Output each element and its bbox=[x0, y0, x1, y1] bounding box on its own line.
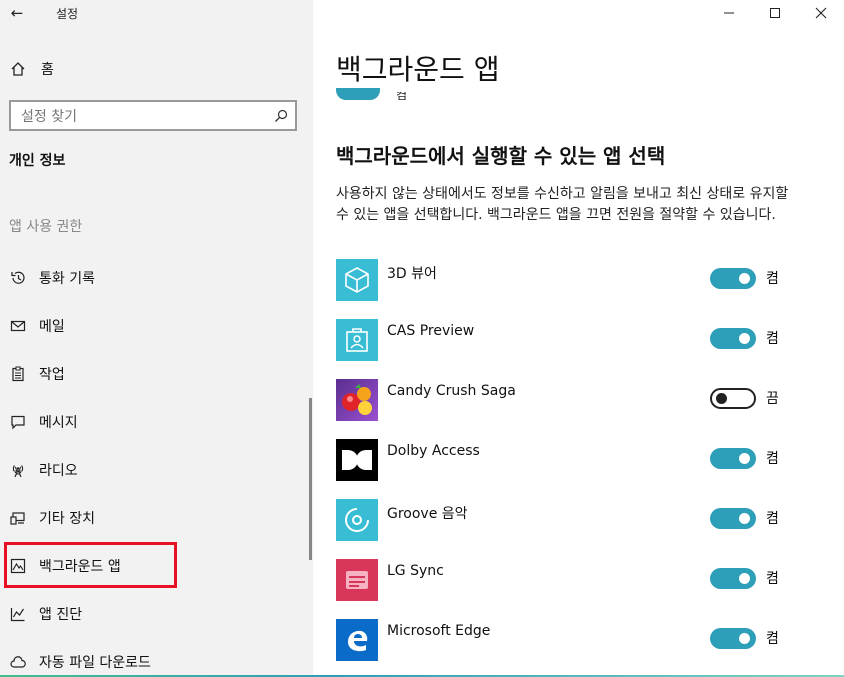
app-row-lg-sync: LG Sync 켬 bbox=[336, 559, 796, 601]
title-bar: ← 설정 bbox=[0, 0, 313, 26]
app-row-cas-preview: CAS Preview 켬 bbox=[336, 319, 796, 361]
app-toggle-state: 켬 bbox=[766, 631, 779, 647]
diagnostics-icon bbox=[9, 605, 27, 623]
search-input[interactable]: 설정 찾기 bbox=[9, 100, 297, 131]
app-toggle[interactable] bbox=[710, 327, 756, 349]
highlight-annotation-box bbox=[4, 542, 177, 588]
app-name: CAS Preview bbox=[387, 323, 475, 339]
section-title: 개인 정보 bbox=[9, 153, 66, 169]
sidebar-item-label: 메일 bbox=[39, 319, 65, 335]
app-name: Microsoft Edge bbox=[387, 623, 491, 639]
cas-preview-icon bbox=[336, 319, 378, 361]
main-content: 백그라운드 앱 켬 백그라운드에서 실행할 수 있는 앱 선택 사용하지 않는 … bbox=[313, 0, 844, 677]
sidebar-item-label: 기타 장치 bbox=[39, 511, 95, 527]
sub-heading: 백그라운드에서 실행할 수 있는 앱 선택 bbox=[336, 144, 666, 168]
sidebar-item-app-diagnostics[interactable]: 앱 진단 bbox=[9, 599, 299, 629]
home-nav-item[interactable]: 홈 bbox=[9, 56, 54, 82]
app-toggle[interactable] bbox=[710, 447, 756, 469]
lg-sync-icon bbox=[336, 559, 378, 601]
minimize-button[interactable] bbox=[706, 0, 752, 26]
sidebar-item-label: 라디오 bbox=[39, 463, 78, 479]
app-toggle-state: 끔 bbox=[766, 391, 779, 407]
app-row-3d-viewer: 3D 뷰어 켬 bbox=[336, 259, 796, 301]
description: 사용하지 않는 상태에서도 정보를 수신하고 알림을 보내고 최신 상태로 유지… bbox=[336, 186, 789, 223]
app-name: 3D 뷰어 bbox=[387, 266, 437, 282]
history-icon bbox=[9, 269, 27, 287]
master-toggle-partial[interactable] bbox=[336, 88, 380, 100]
window-controls bbox=[706, 0, 844, 26]
cloud-icon bbox=[9, 653, 27, 671]
message-icon bbox=[9, 413, 27, 431]
close-button[interactable] bbox=[798, 0, 844, 26]
sidebar-item-label: 자동 파일 다운로드 bbox=[39, 655, 151, 671]
sidebar-item-other-devices[interactable]: 기타 장치 bbox=[9, 503, 299, 533]
group-label: 앱 사용 권한 bbox=[9, 219, 83, 235]
app-row-groove-music: Groove 음악 켬 bbox=[336, 499, 796, 541]
home-label: 홈 bbox=[41, 62, 54, 78]
sidebar-item-label: 메시지 bbox=[39, 415, 78, 431]
app-title: 설정 bbox=[56, 6, 79, 21]
app-toggle[interactable] bbox=[710, 387, 756, 409]
search-placeholder: 설정 찾기 bbox=[21, 108, 77, 125]
sidebar-scrollbar[interactable] bbox=[309, 398, 312, 560]
clipboard-icon bbox=[9, 365, 27, 383]
device-icon bbox=[9, 509, 27, 527]
app-toggle[interactable] bbox=[710, 627, 756, 649]
app-toggle-state: 켬 bbox=[766, 271, 779, 287]
maximize-button[interactable] bbox=[752, 0, 798, 26]
sidebar-item-label: 작업 bbox=[39, 367, 65, 383]
page-title: 백그라운드 앱 bbox=[336, 53, 500, 86]
sidebar-item-mail[interactable]: 메일 bbox=[9, 311, 299, 341]
sidebar-item-tasks[interactable]: 작업 bbox=[9, 359, 299, 389]
app-name: Candy Crush Saga bbox=[387, 383, 516, 399]
mail-icon bbox=[9, 317, 27, 335]
app-toggle-state: 켬 bbox=[766, 571, 779, 587]
edge-icon bbox=[336, 619, 378, 661]
dolby-icon bbox=[336, 439, 378, 481]
groove-music-icon bbox=[336, 499, 378, 541]
candy-crush-icon bbox=[336, 379, 378, 421]
radio-icon bbox=[9, 461, 27, 479]
sidebar-item-radio[interactable]: 라디오 bbox=[9, 455, 299, 485]
app-toggle-state: 켬 bbox=[766, 331, 779, 347]
back-button[interactable]: ← bbox=[0, 0, 34, 26]
search-icon[interactable] bbox=[267, 109, 295, 123]
app-toggle-state: 켬 bbox=[766, 511, 779, 527]
home-icon bbox=[9, 60, 27, 78]
sidebar-item-auto-file-download[interactable]: 자동 파일 다운로드 bbox=[9, 647, 299, 677]
app-row-dolby-access: Dolby Access 켬 bbox=[336, 439, 796, 481]
3d-viewer-icon bbox=[336, 259, 378, 301]
app-name: LG Sync bbox=[387, 563, 444, 579]
app-row-microsoft-edge: Microsoft Edge 켬 bbox=[336, 619, 796, 661]
sidebar-item-label: 통화 기록 bbox=[39, 271, 95, 287]
sidebar: ← 설정 홈 설정 찾기 개인 정보 앱 사용 권한 통화 기록 메일 작업 메… bbox=[0, 0, 313, 677]
close-icon bbox=[815, 7, 827, 19]
app-name: Groove 음악 bbox=[387, 506, 468, 522]
sidebar-item-call-history[interactable]: 통화 기록 bbox=[9, 263, 299, 293]
app-toggle-state: 켬 bbox=[766, 451, 779, 467]
maximize-icon bbox=[770, 8, 780, 18]
minimize-icon bbox=[724, 12, 734, 14]
app-toggle[interactable] bbox=[710, 507, 756, 529]
app-toggle[interactable] bbox=[710, 567, 756, 589]
back-arrow-icon: ← bbox=[10, 4, 24, 22]
app-row-candy-crush: Candy Crush Saga 끔 bbox=[336, 379, 796, 421]
app-name: Dolby Access bbox=[387, 443, 480, 459]
sidebar-item-label: 앱 진단 bbox=[39, 607, 83, 623]
master-toggle-state: 켬 bbox=[396, 88, 408, 102]
app-toggle[interactable] bbox=[710, 267, 756, 289]
sidebar-item-messages[interactable]: 메시지 bbox=[9, 407, 299, 437]
